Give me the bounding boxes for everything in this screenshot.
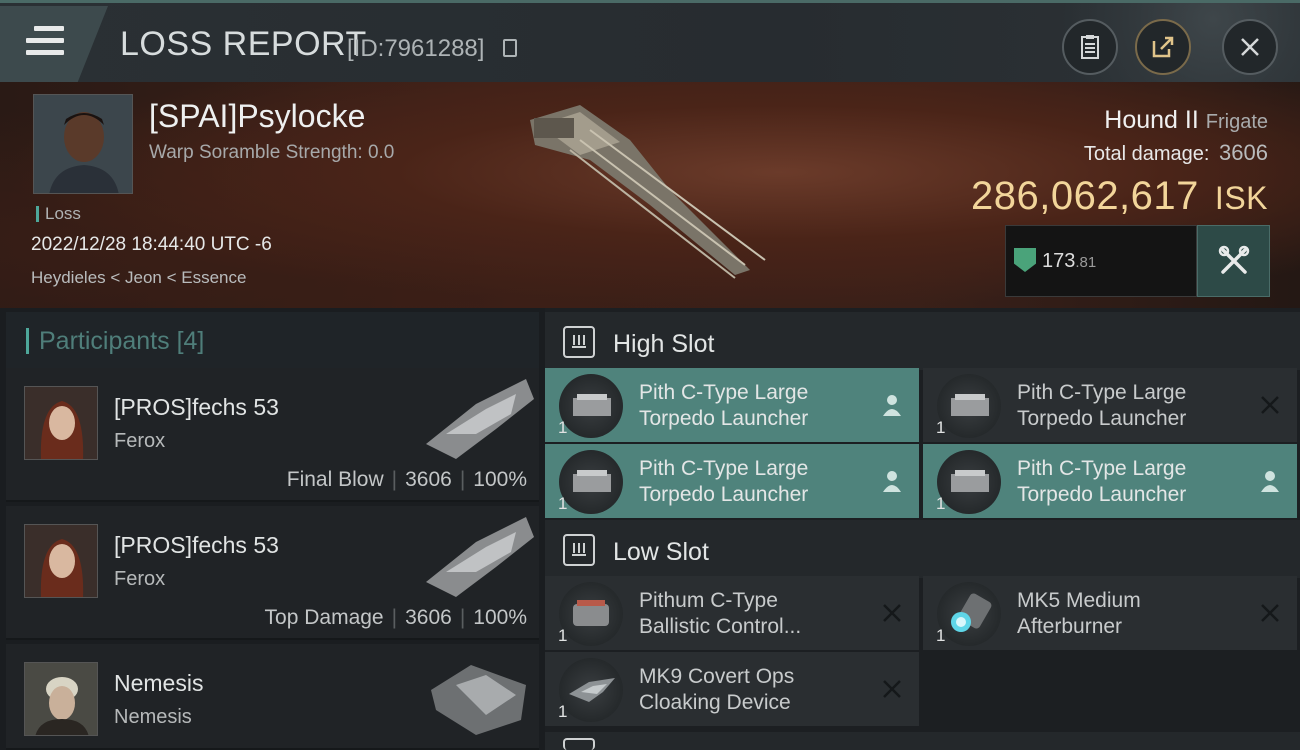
participant-stats: Top Damage | 3606 | 100% — [264, 606, 527, 629]
participant-row[interactable]: Nemesis Nemesis — [6, 644, 539, 750]
module-quantity: 1 — [936, 418, 946, 437]
victim-name[interactable]: [SPAI]Psylocke — [149, 98, 365, 135]
person-icon[interactable] — [1257, 468, 1283, 494]
victim-ship-image — [530, 105, 766, 279]
module-quantity: 1 — [558, 626, 568, 645]
participant-ship-image — [431, 665, 526, 735]
fitting-button[interactable] — [1197, 225, 1270, 297]
participant-name: [PROS]fechs 53 — [114, 532, 279, 558]
ballistic-control-icon — [559, 582, 623, 646]
torpedo-launcher-icon — [559, 374, 623, 438]
close-icon[interactable] — [1257, 600, 1283, 626]
participants-panel: Participants [4] [PROS]fechs 53 Ferox Fi… — [6, 308, 539, 750]
low-slot-header: Low Slot — [545, 520, 1300, 578]
module-name: MK9 Covert Ops Cloaking Device — [639, 665, 795, 714]
menu-button[interactable] — [0, 6, 108, 82]
close-icon — [1241, 38, 1259, 56]
module-name: Pithum C-Type Ballistic Control... — [639, 589, 802, 638]
participant-ship-image — [426, 517, 534, 597]
participant-row[interactable]: [PROS]fechs 53 Ferox Top Damage | 3606 | 100… — [6, 506, 539, 640]
shield-icon — [1014, 248, 1036, 272]
participant-avatar — [24, 524, 98, 598]
module-item[interactable]: 1 Pith C-Type Large Torpedo Launcher — [923, 368, 1297, 442]
fitting-panel: High Slot 1 Pith C-Type Large Torpedo Lau… — [545, 308, 1300, 750]
module-quantity: 1 — [936, 494, 946, 513]
module-name: Pith C-Type Large Torpedo Launcher — [639, 457, 809, 506]
low-slot-label: Low Slot — [613, 538, 709, 566]
copy-icon[interactable] — [503, 39, 517, 57]
share-button[interactable] — [1135, 19, 1191, 75]
slot-icon — [563, 738, 595, 750]
module-item[interactable]: 1 MK5 Medium Afterburner — [923, 576, 1297, 650]
isk-amount: 286,062,617 — [970, 174, 1199, 218]
report-id: [ID:7961288] — [347, 35, 485, 62]
module-item[interactable]: 1 MK9 Covert Ops Cloaking Device — [545, 652, 919, 726]
isk-unit: ISK — [1214, 180, 1268, 216]
low-slot-icon — [563, 534, 595, 566]
participants-title: Participants [4] — [26, 328, 204, 354]
person-icon[interactable] — [879, 392, 905, 418]
torpedo-launcher-icon — [937, 374, 1001, 438]
ship-class: Frigate — [1205, 111, 1268, 133]
loss-datetime: 2022/12/28 18:44:40 UTC -6 — [31, 234, 272, 255]
close-icon[interactable] — [1257, 392, 1283, 418]
close-icon[interactable] — [879, 676, 905, 702]
high-slot-label: High Slot — [613, 330, 715, 358]
afterburner-icon — [937, 582, 1001, 646]
participants-header[interactable]: Participants [4] — [6, 312, 539, 370]
participant-ship-image — [426, 379, 534, 459]
share-icon — [1152, 36, 1174, 58]
module-name: Pith C-Type Large Torpedo Launcher — [1017, 381, 1187, 430]
rating-value: 173.81 — [1042, 250, 1097, 272]
participant-ship: Ferox — [114, 568, 166, 590]
module-name: MK5 Medium Afterburner — [1017, 589, 1141, 638]
clipboard-button[interactable] — [1062, 19, 1118, 75]
loss-tag: Loss — [36, 205, 81, 222]
isk-value: 286,062,617 ISK — [971, 174, 1268, 219]
torpedo-launcher-icon — [937, 450, 1001, 514]
clipboard-icon — [1081, 35, 1099, 59]
participant-stats: Final Blow | 3606 | 100% — [286, 468, 527, 491]
total-damage-value: 3606 — [1219, 140, 1268, 165]
ship-name: Hound II — [1104, 106, 1199, 134]
person-icon[interactable] — [879, 468, 905, 494]
header-bar: LOSS REPORT [ID:7961288] — [0, 0, 1300, 85]
victim-avatar[interactable] — [33, 94, 133, 194]
warp-strength: Warp Soramble Strength: 0.0 — [149, 142, 395, 163]
participant-ship: Nemesis — [114, 706, 192, 728]
close-icon[interactable] — [879, 600, 905, 626]
high-slot-header: High Slot — [545, 312, 1300, 370]
module-quantity: 1 — [936, 626, 946, 645]
hamburger-icon — [26, 26, 64, 62]
torpedo-launcher-icon — [559, 450, 623, 514]
close-button[interactable] — [1222, 19, 1278, 75]
total-damage-label: Total damage: — [1083, 143, 1210, 165]
next-slot-header-partial — [545, 732, 1300, 750]
loss-location[interactable]: Heydieles < Jeon < Essence — [31, 268, 246, 288]
participant-avatar — [24, 662, 98, 736]
module-item[interactable]: 1 Pith C-Type Large Torpedo Launcher — [545, 368, 919, 442]
participant-ship: Ferox — [114, 430, 166, 452]
participant-name: Nemesis — [114, 670, 204, 696]
rating-display: 173.81 — [1005, 225, 1197, 297]
wrench-icon — [1218, 245, 1249, 274]
high-slot-icon — [563, 326, 595, 358]
module-quantity: 1 — [558, 418, 568, 437]
module-quantity: 1 — [558, 702, 568, 721]
cloaking-device-icon — [559, 658, 623, 722]
fitting-rating-box: 173.81 — [1005, 225, 1270, 297]
page-title: LOSS REPORT — [120, 25, 367, 63]
victim-ship[interactable]: Hound II Frigate — [1104, 106, 1268, 135]
total-damage: Total damage: 3606 — [1084, 140, 1268, 166]
module-name: Pith C-Type Large Torpedo Launcher — [639, 381, 809, 430]
module-name: Pith C-Type Large Torpedo Launcher — [1017, 457, 1187, 506]
participant-row[interactable]: [PROS]fechs 53 Ferox Final Blow | 3606 | 100… — [6, 368, 539, 502]
module-item[interactable]: 1 Pith C-Type Large Torpedo Launcher — [923, 444, 1297, 518]
participant-name: [PROS]fechs 53 — [114, 394, 279, 420]
module-quantity: 1 — [558, 494, 568, 513]
participant-avatar — [24, 386, 98, 460]
module-item[interactable]: 1 Pith C-Type Large Torpedo Launcher — [545, 444, 919, 518]
module-item[interactable]: 1 Pithum C-Type Ballistic Control... — [545, 576, 919, 650]
